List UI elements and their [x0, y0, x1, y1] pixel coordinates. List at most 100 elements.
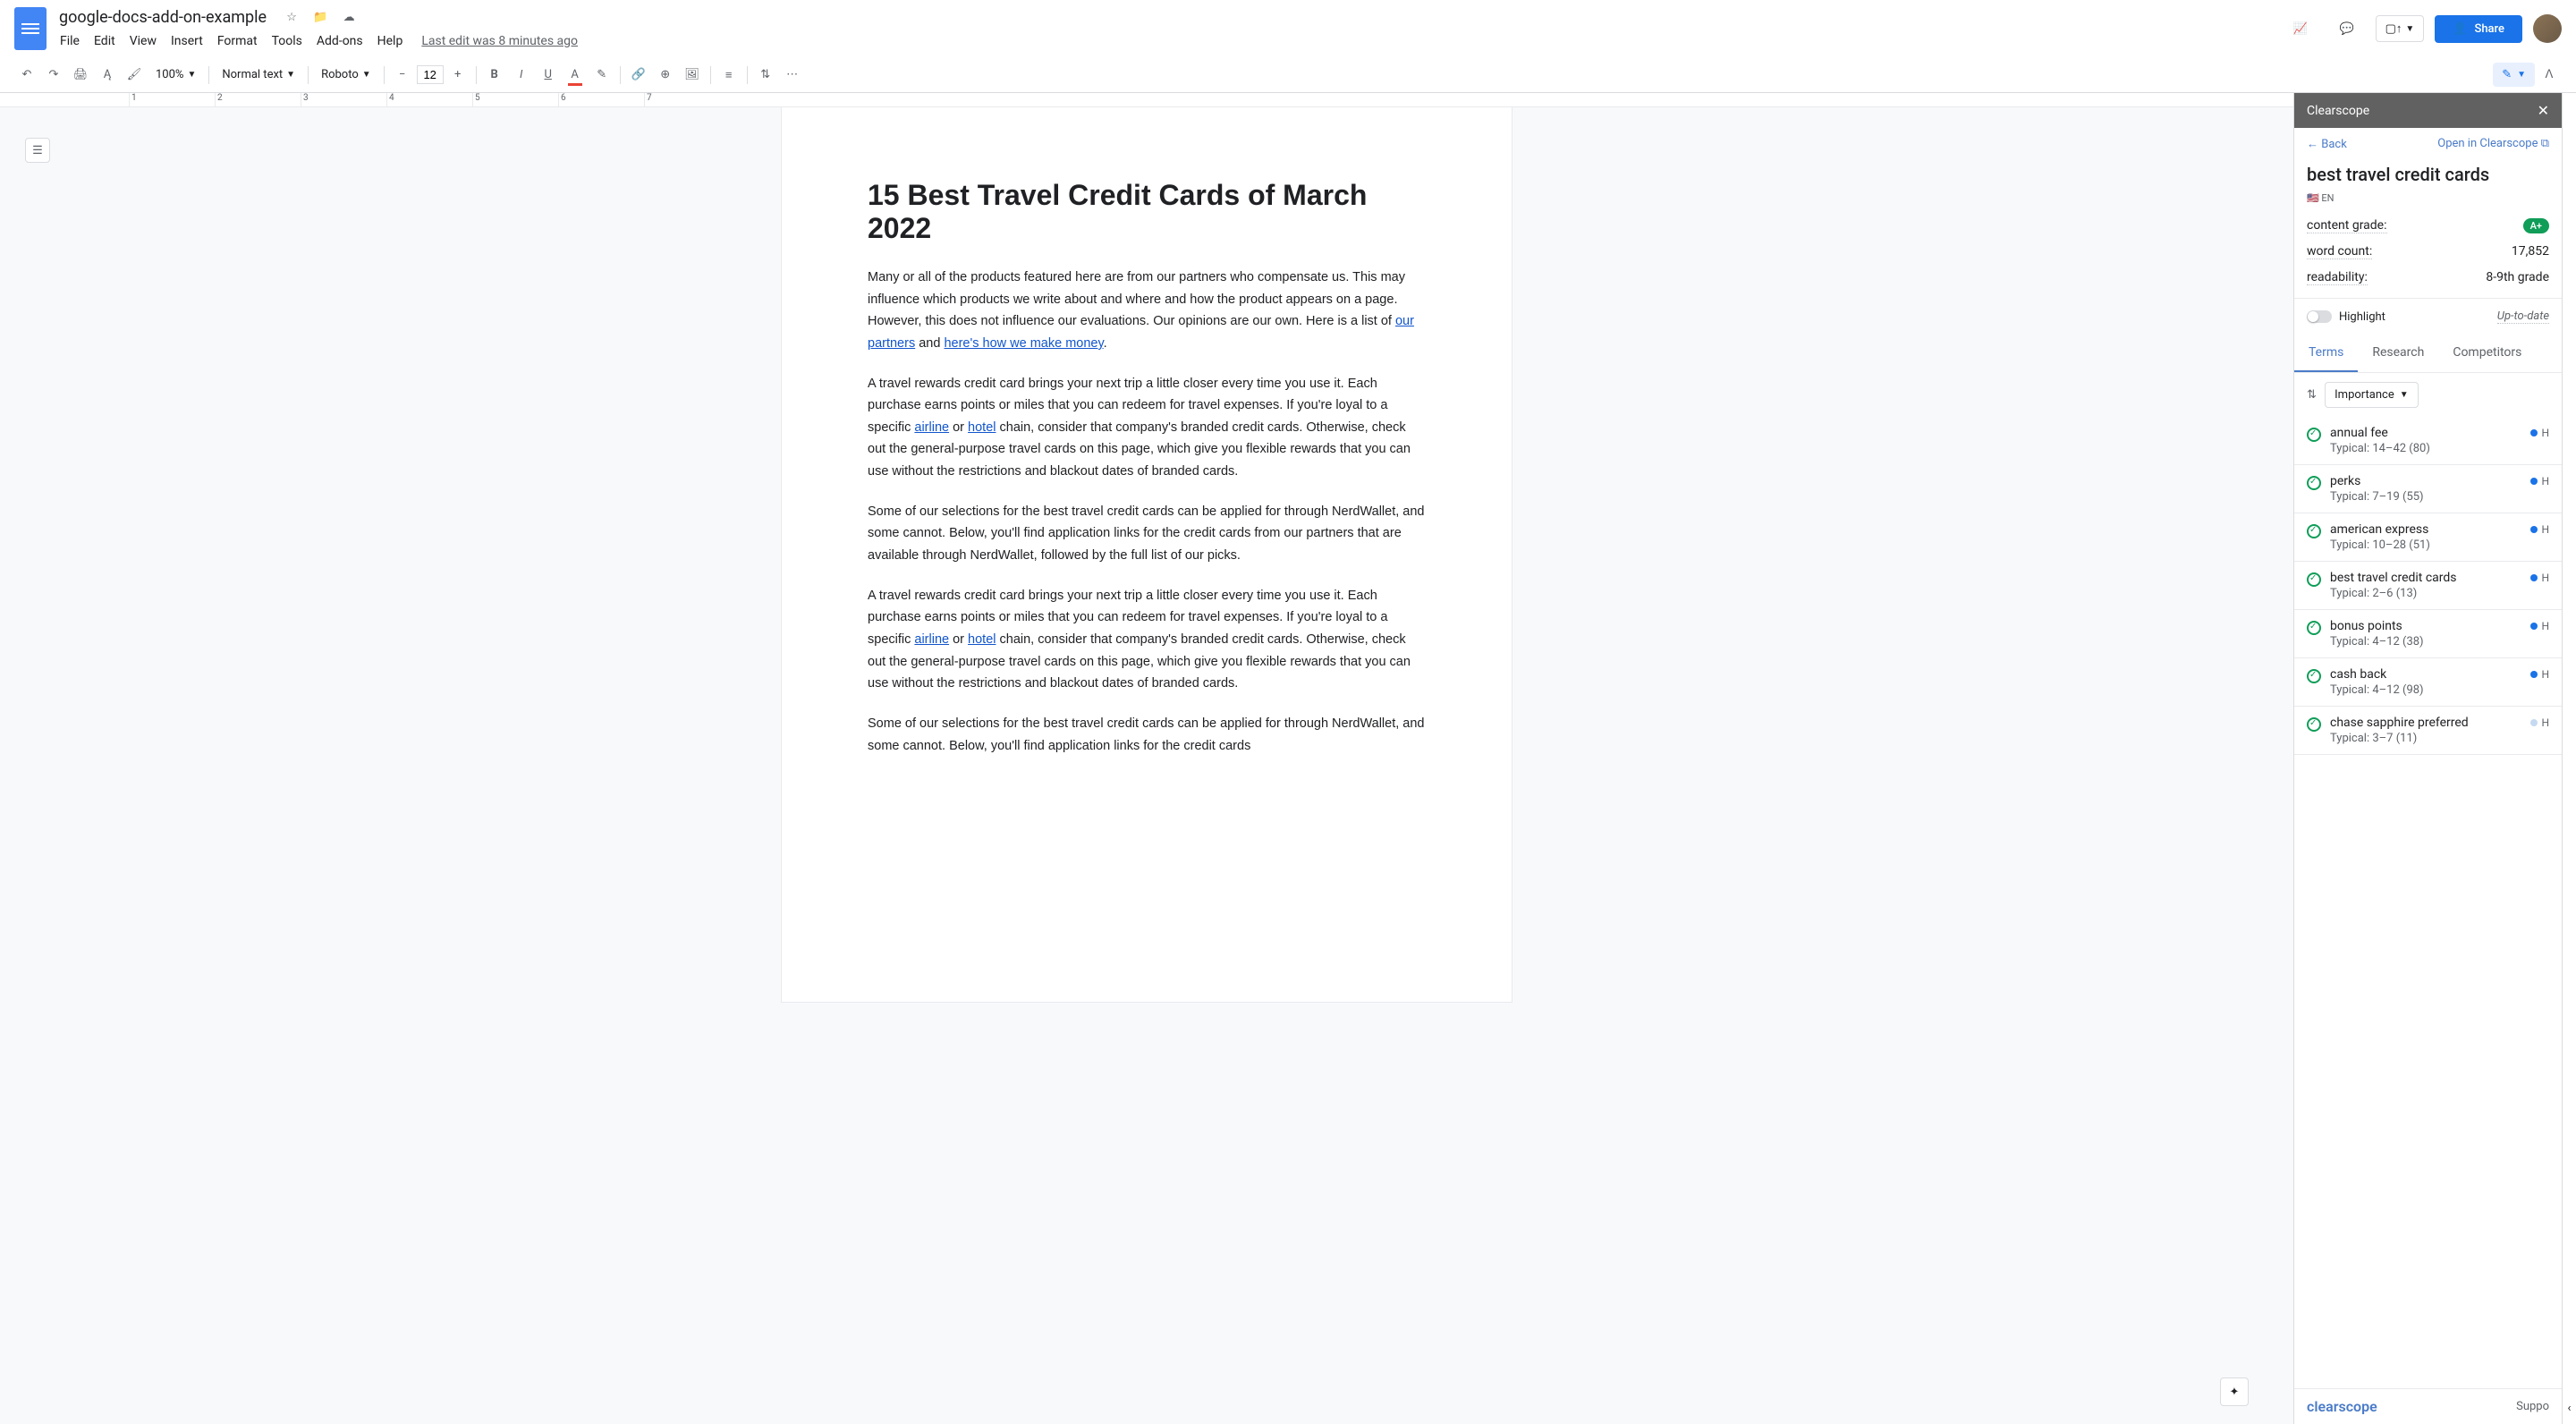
sort-dropdown[interactable]: Importance ▼ [2325, 382, 2418, 408]
term-name: annual fee [2330, 426, 2388, 440]
menu-tools[interactable]: Tools [266, 30, 309, 52]
editing-mode-button[interactable]: ✎ ▼ [2493, 63, 2535, 87]
menu-format[interactable]: Format [211, 30, 264, 52]
doc-paragraph[interactable]: Many or all of the products featured her… [868, 267, 1426, 355]
document-page[interactable]: 15 Best Travel Credit Cards of March 202… [782, 107, 1512, 1002]
user-avatar[interactable] [2533, 14, 2562, 43]
fontsize-decrease[interactable]: − [390, 63, 415, 88]
term-item[interactable]: perks H Typical: 7–19 (55) [2294, 465, 2562, 513]
menu-view[interactable]: View [123, 30, 163, 52]
linespacing-button[interactable]: ⇅ [753, 63, 778, 88]
highlight-button[interactable]: ✎ [589, 63, 614, 88]
doc-paragraph[interactable]: Some of our selections for the best trav… [868, 713, 1426, 757]
menu-insert[interactable]: Insert [165, 30, 209, 52]
highlight-label: Highlight [2339, 310, 2385, 324]
term-badge: H [2530, 427, 2549, 439]
term-item[interactable]: bonus points H Typical: 4–12 (38) [2294, 610, 2562, 658]
star-icon[interactable]: ☆ [283, 8, 301, 26]
doc-link[interactable]: airline [914, 632, 949, 647]
explore-button[interactable]: ✦ [2220, 1377, 2249, 1406]
align-button[interactable]: ≡ [716, 63, 741, 88]
link-button[interactable]: 🔗 [626, 63, 651, 88]
cloud-icon[interactable]: ☁ [340, 8, 358, 26]
term-item[interactable]: cash back H Typical: 4–12 (98) [2294, 658, 2562, 707]
doc-link[interactable]: here's how we make money [944, 336, 1103, 351]
term-item[interactable]: annual fee H Typical: 14–42 (80) [2294, 417, 2562, 465]
report-language: 🇺🇸 EN [2294, 192, 2562, 213]
tab-terms[interactable]: Terms [2294, 335, 2358, 372]
bold-button[interactable]: B [482, 63, 507, 88]
fontsize-input[interactable] [417, 65, 444, 84]
menu-addons[interactable]: Add-ons [310, 30, 369, 52]
menu-file[interactable]: File [54, 30, 86, 52]
readability-label: readability: [2307, 270, 2368, 285]
check-icon [2307, 717, 2321, 732]
document-title[interactable]: google-docs-add-on-example [54, 6, 272, 29]
ruler-mark: 3 [301, 93, 386, 106]
document-area[interactable]: 1 2 3 4 5 6 7 ☰ 15 Best Travel Credit Ca… [0, 93, 2293, 1424]
tab-competitors[interactable]: Competitors [2438, 335, 2536, 372]
spellcheck-button[interactable]: Ą [95, 63, 120, 88]
term-typical: Typical: 4–12 (38) [2330, 635, 2549, 648]
sidebar-tabs: Terms Research Competitors [2294, 335, 2562, 373]
zoom-select[interactable]: 100%▼ [148, 64, 203, 85]
share-button[interactable]: 👤 Share [2435, 15, 2522, 43]
ruler[interactable]: 1 2 3 4 5 6 7 [0, 93, 2293, 107]
trending-icon[interactable]: 📈 [2283, 11, 2318, 47]
doc-paragraph[interactable]: A travel rewards credit card brings your… [868, 373, 1426, 483]
move-icon[interactable]: 📁 [311, 8, 329, 26]
term-name: bonus points [2330, 619, 2402, 633]
lock-icon: 👤 [2453, 22, 2467, 36]
term-badge: H [2530, 716, 2549, 729]
highlight-toggle[interactable] [2307, 310, 2332, 323]
comment-button[interactable]: ⊕ [653, 63, 678, 88]
term-item[interactable]: best travel credit cards H Typical: 2–6 … [2294, 562, 2562, 610]
check-icon [2307, 524, 2321, 538]
check-icon [2307, 476, 2321, 490]
tab-research[interactable]: Research [2358, 335, 2438, 372]
collapse-toolbar-button[interactable]: ᐱ [2537, 63, 2562, 88]
text-color-button[interactable]: A [563, 63, 588, 88]
report-title: best travel credit cards [2294, 160, 2562, 192]
back-link[interactable]: ← Back [2307, 137, 2347, 151]
present-button[interactable]: ▢↑ ▼ [2376, 15, 2425, 42]
side-panel-toggle[interactable]: ‹ [2562, 93, 2576, 1424]
clearscope-logo[interactable]: clearscope [2307, 1398, 2377, 1415]
undo-button[interactable]: ↶ [14, 63, 39, 88]
italic-button[interactable]: I [509, 63, 534, 88]
ruler-mark: 1 [129, 93, 215, 106]
fontsize-increase[interactable]: + [445, 63, 470, 88]
redo-button[interactable]: ↷ [41, 63, 66, 88]
support-link[interactable]: Suppo [2516, 1400, 2549, 1413]
doc-link[interactable]: hotel [968, 632, 996, 647]
close-icon[interactable]: ✕ [2538, 102, 2549, 119]
menu-help[interactable]: Help [371, 30, 410, 52]
terms-list[interactable]: annual fee H Typical: 14–42 (80) perks H… [2294, 417, 2562, 1388]
last-edit-link[interactable]: Last edit was 8 minutes ago [421, 34, 578, 48]
readability-value: 8-9th grade [2486, 270, 2549, 285]
term-item[interactable]: chase sapphire preferred H Typical: 3–7 … [2294, 707, 2562, 755]
chevron-down-icon: ▼ [2517, 70, 2526, 80]
doc-link[interactable]: hotel [968, 420, 996, 435]
paint-format-button[interactable]: 🖌 [122, 63, 147, 88]
doc-paragraph[interactable]: Some of our selections for the best trav… [868, 501, 1426, 567]
outline-toggle-button[interactable]: ☰ [25, 138, 50, 163]
check-icon [2307, 572, 2321, 587]
style-select[interactable]: Normal text▼ [215, 64, 302, 85]
comments-icon[interactable]: 💬 [2329, 11, 2365, 47]
more-button[interactable]: ⋯ [780, 63, 805, 88]
doc-h1[interactable]: 15 Best Travel Credit Cards of March 202… [868, 179, 1426, 245]
docs-logo-icon[interactable] [14, 7, 47, 50]
underline-button[interactable]: U [536, 63, 561, 88]
term-item[interactable]: american express H Typical: 10–28 (51) [2294, 513, 2562, 562]
font-select[interactable]: Roboto▼ [314, 64, 378, 85]
doc-link[interactable]: airline [914, 420, 949, 435]
image-button[interactable]: 🖼 [680, 63, 705, 88]
menu-edit[interactable]: Edit [88, 30, 122, 52]
ruler-mark: 4 [386, 93, 472, 106]
print-button[interactable]: 🖨 [68, 63, 93, 88]
present-icon: ▢↑ [2385, 21, 2402, 36]
doc-paragraph[interactable]: A travel rewards credit card brings your… [868, 585, 1426, 695]
open-external-link[interactable]: Open in Clearscope ⧉ [2437, 137, 2549, 151]
term-typical: Typical: 14–42 (80) [2330, 442, 2549, 455]
